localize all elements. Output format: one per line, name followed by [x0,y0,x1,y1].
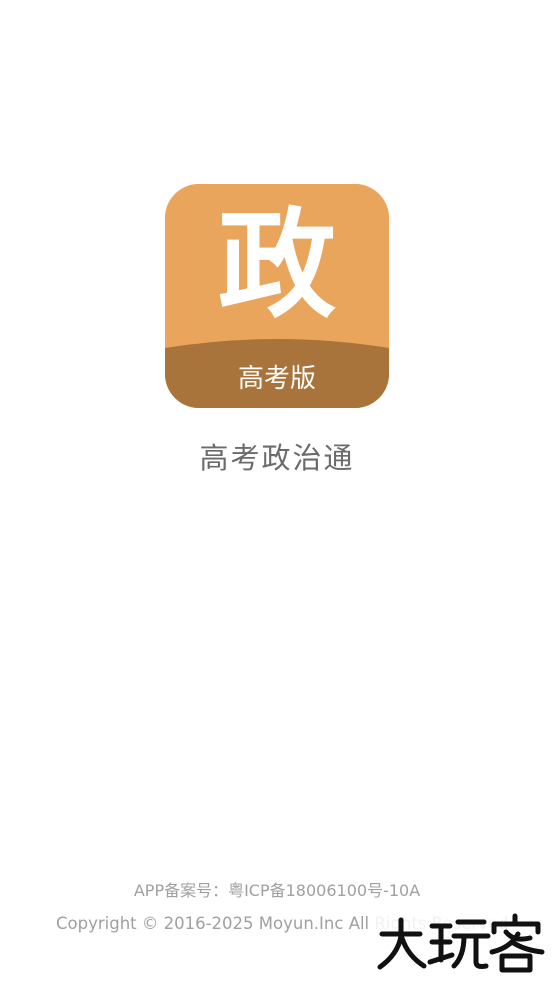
watermark-logo [372,912,548,974]
logo-edition-label: 高考版 [237,364,316,394]
corner-mark [0,978,4,982]
icp-record-text: APP备案号：粤ICP备18006100号-10A [133,881,421,900]
app-name-title: 高考政治通 [199,441,355,475]
splash-screen: 政 高考版 高考政治通 APP备案号：粤ICP备18006100号-10A Co… [0,0,554,984]
logo-character: 政 [217,196,336,334]
